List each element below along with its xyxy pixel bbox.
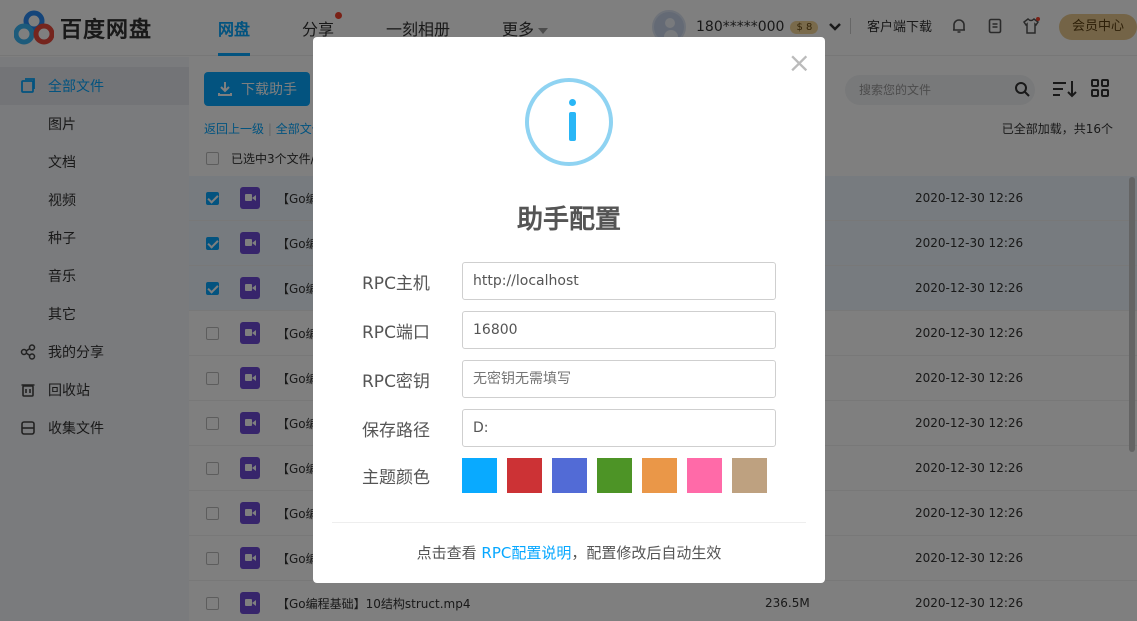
divider [332, 522, 806, 523]
rpc-secret-row: RPC密钥 [362, 360, 776, 398]
rpc-secret-label: RPC密钥 [362, 371, 430, 392]
theme-color-row: 主题颜色 [362, 458, 777, 493]
theme-color-swatch[interactable] [687, 458, 722, 493]
rpc-host-input[interactable] [462, 262, 776, 300]
rpc-port-label: RPC端口 [362, 322, 430, 343]
theme-color-swatch[interactable] [507, 458, 542, 493]
rpc-host-row: RPC主机 [362, 262, 776, 300]
theme-color-swatches [462, 458, 777, 493]
dialog-title: 助手配置 [516, 205, 621, 235]
assistant-config-dialog: × 助手配置 RPC主机 RPC端口 RPC密钥 保存路径 主题颜色 点击查看 … [313, 37, 825, 583]
theme-color-swatch[interactable] [552, 458, 587, 493]
footer-prefix: 点击查看 [416, 544, 482, 562]
theme-color-swatch[interactable] [462, 458, 497, 493]
info-icon-dot [569, 99, 576, 106]
rpc-host-label: RPC主机 [362, 273, 430, 294]
info-icon [525, 78, 613, 166]
rpc-port-row: RPC端口 [362, 311, 776, 349]
theme-color-swatch[interactable] [597, 458, 632, 493]
save-path-label: 保存路径 [362, 420, 430, 441]
dialog-footer: 点击查看 RPC配置说明，配置修改后自动生效 [313, 542, 825, 563]
info-icon-bar [569, 112, 576, 141]
rpc-secret-input[interactable] [462, 360, 776, 398]
save-path-row: 保存路径 [362, 409, 776, 447]
close-icon[interactable]: × [788, 49, 811, 77]
theme-color-label: 主题颜色 [362, 468, 430, 488]
rpc-port-input[interactable] [462, 311, 776, 349]
save-path-input[interactable] [462, 409, 776, 447]
rpc-config-help-link[interactable]: RPC配置说明 [481, 544, 571, 562]
footer-suffix: ，配置修改后自动生效 [571, 544, 722, 562]
theme-color-swatch[interactable] [732, 458, 767, 493]
theme-color-swatch[interactable] [642, 458, 677, 493]
